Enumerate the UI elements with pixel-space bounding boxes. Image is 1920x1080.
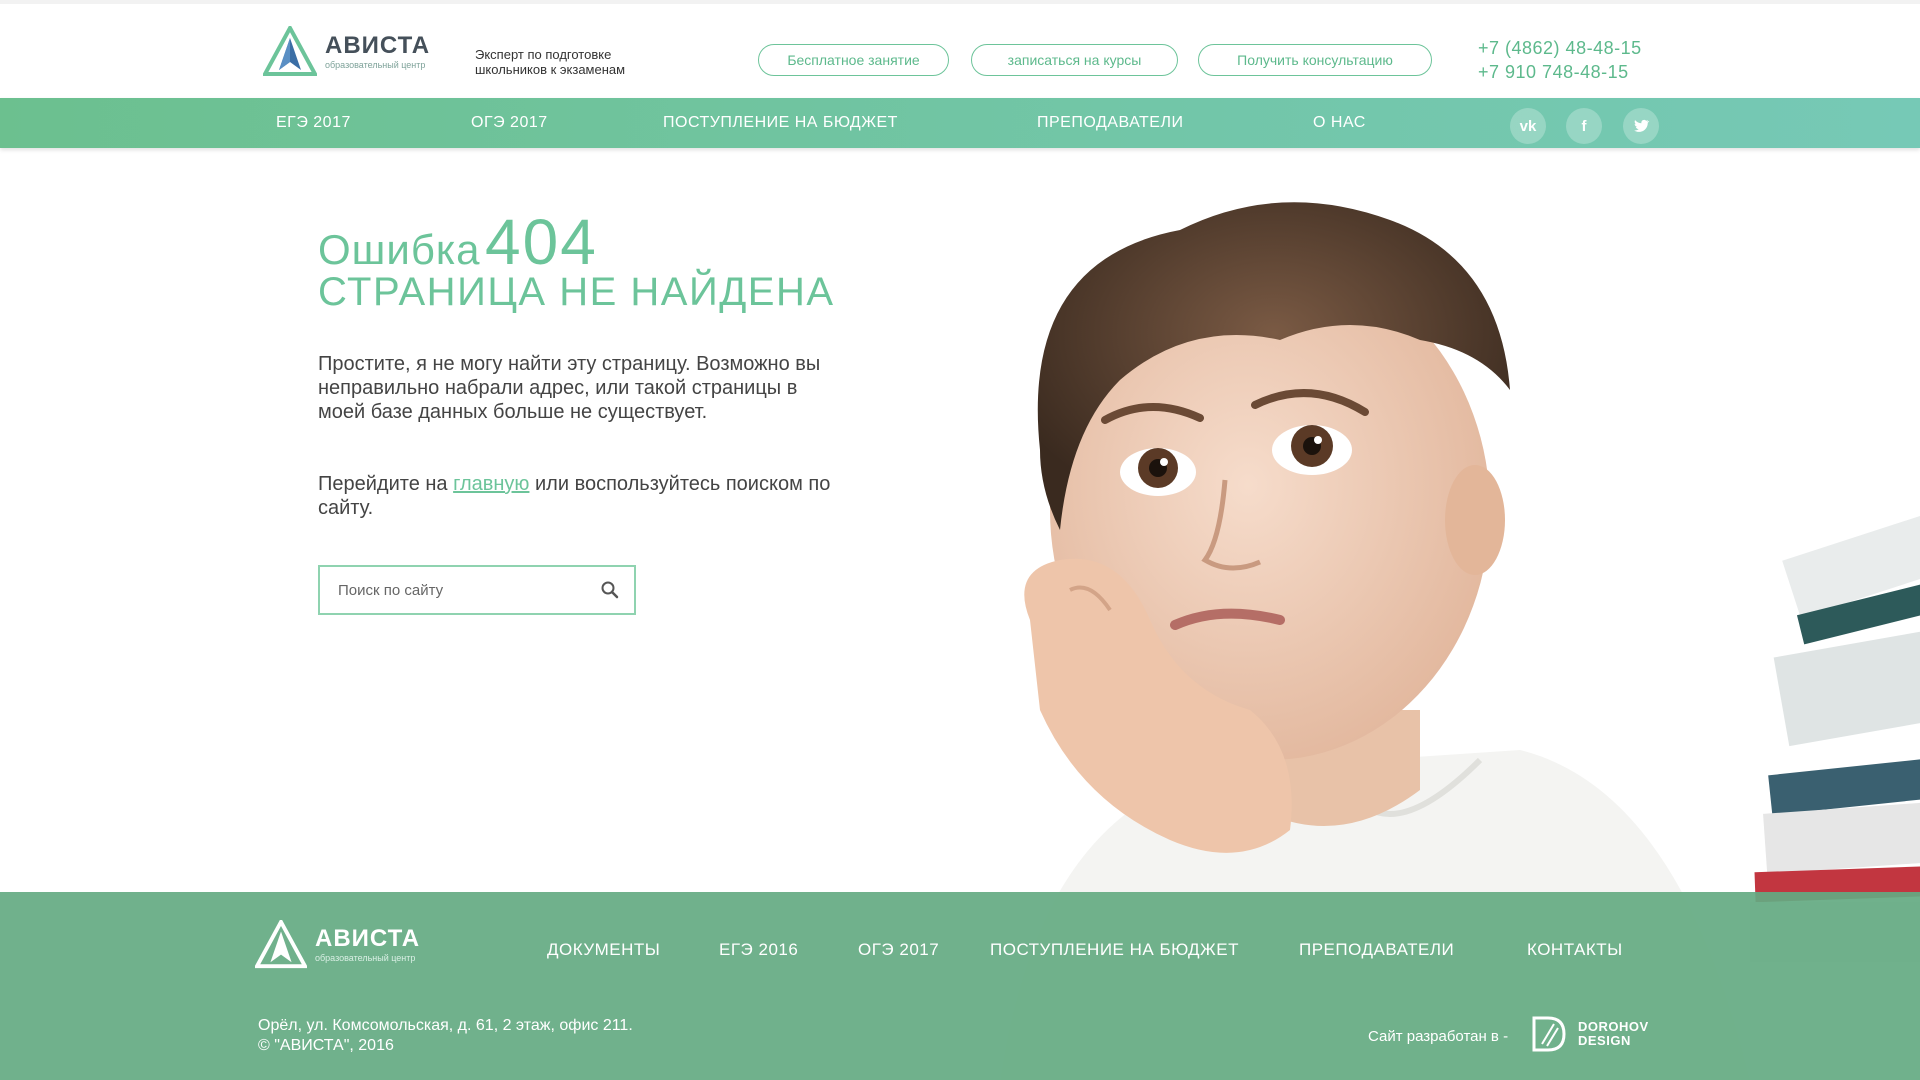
home-link[interactable]: главную [453,473,529,495]
footer-address: Орёл, ул. Комсомольская, д. 61, 2 этаж, … [258,1017,633,1034]
vk-icon[interactable]: vk [1510,108,1546,144]
logo[interactable]: АВИСТА образовательный центр [263,26,430,78]
tagline-line-1: Эксперт по подготовке [475,47,612,62]
phone-1[interactable]: +7 (4862) 48-48-15 [1478,36,1642,60]
developer-line-2: DESIGN [1578,1033,1631,1048]
footer-nav-documents[interactable]: ДОКУМЕНТЫ [547,940,660,960]
developed-by-label: Сайт разработан в - [1368,1028,1509,1045]
footer-nav-budget[interactable]: ПОСТУПЛЕНИЕ НА БЮДЖЕТ [990,940,1239,960]
nav-item-oge-2017[interactable]: ОГЭ 2017 [471,98,548,148]
navigation-hint: Перейдите на главную или воспользуйтесь … [318,472,838,520]
dorohov-design-icon [1532,1016,1566,1052]
developer-logo[interactable]: DOROHOV DESIGN [1530,1014,1649,1054]
footer-address-block: Орёл, ул. Комсомольская, д. 61, 2 этаж, … [258,1016,633,1056]
free-lesson-button[interactable]: Бесплатное занятие [758,44,949,76]
footer-logo-name: АВИСТА [315,924,421,952]
error-message: Простите, я не могу найти эту страницу. … [318,353,821,423]
twitter-icon[interactable] [1623,108,1659,144]
hint-prefix: Перейдите на [318,473,448,495]
nav-item-budget[interactable]: ПОСТУПЛЕНИЕ НА БЮДЖЕТ [663,98,898,148]
tagline-line-2: школьников к экзаменам [475,62,626,77]
logo-icon [263,26,317,76]
logo-subtitle: образовательный центр [325,59,426,70]
footer-nav-teachers[interactable]: ПРЕПОДАВАТЕЛИ [1299,940,1454,960]
logo-name: АВИСТА [325,31,431,59]
phone-2[interactable]: +7 910 748-48-15 [1478,60,1642,84]
footer-nav-oge-2017[interactable]: ОГЭ 2017 [858,940,939,960]
footer-logo-subtitle: образовательный центр [315,952,416,963]
main-nav: ЕГЭ 2017 ОГЭ 2017 ПОСТУПЛЕНИЕ НА БЮДЖЕТ … [0,98,1920,148]
footer-logo-icon [255,920,307,969]
tagline: Эксперт по подготовке школьников к экзам… [475,47,625,77]
footer-nav-ege-2016[interactable]: ЕГЭ 2016 [719,940,798,960]
site-footer: АВИСТА образовательный центр ДОКУМЕНТЫ Е… [0,892,1920,1080]
footer-copyright: © "АВИСТА", 2016 [258,1037,394,1054]
error-word: Ошибка [318,226,481,273]
error-subtitle: СТРАНИЦА НЕ НАЙДЕНА [318,270,835,314]
developer-line-1: DOROHOV [1578,1019,1649,1034]
search-input[interactable] [320,567,590,613]
site-header: АВИСТА образовательный центр Эксперт по … [0,0,1920,98]
get-consultation-button[interactable]: Получить консультацию [1198,44,1432,76]
error-code: 404 [485,206,598,278]
search-icon[interactable] [600,580,620,600]
phones: +7 (4862) 48-48-15 +7 910 748-48-15 [1478,36,1642,84]
nav-item-teachers[interactable]: ПРЕПОДАВАТЕЛИ [1037,98,1183,148]
nav-item-about[interactable]: О НАС [1313,98,1366,148]
error-title: Ошибка 404 [318,205,598,279]
nav-item-ege-2017[interactable]: ЕГЭ 2017 [276,98,351,148]
footer-logo[interactable]: АВИСТА образовательный центр [255,920,420,970]
enroll-courses-button[interactable]: записаться на курсы [971,44,1178,76]
footer-nav-contacts[interactable]: КОНТАКТЫ [1527,940,1623,960]
twitter-bird-icon [1634,119,1650,132]
facebook-icon[interactable]: f [1566,108,1602,144]
site-search [318,565,636,615]
developer-name: DOROHOV DESIGN [1578,1020,1649,1048]
